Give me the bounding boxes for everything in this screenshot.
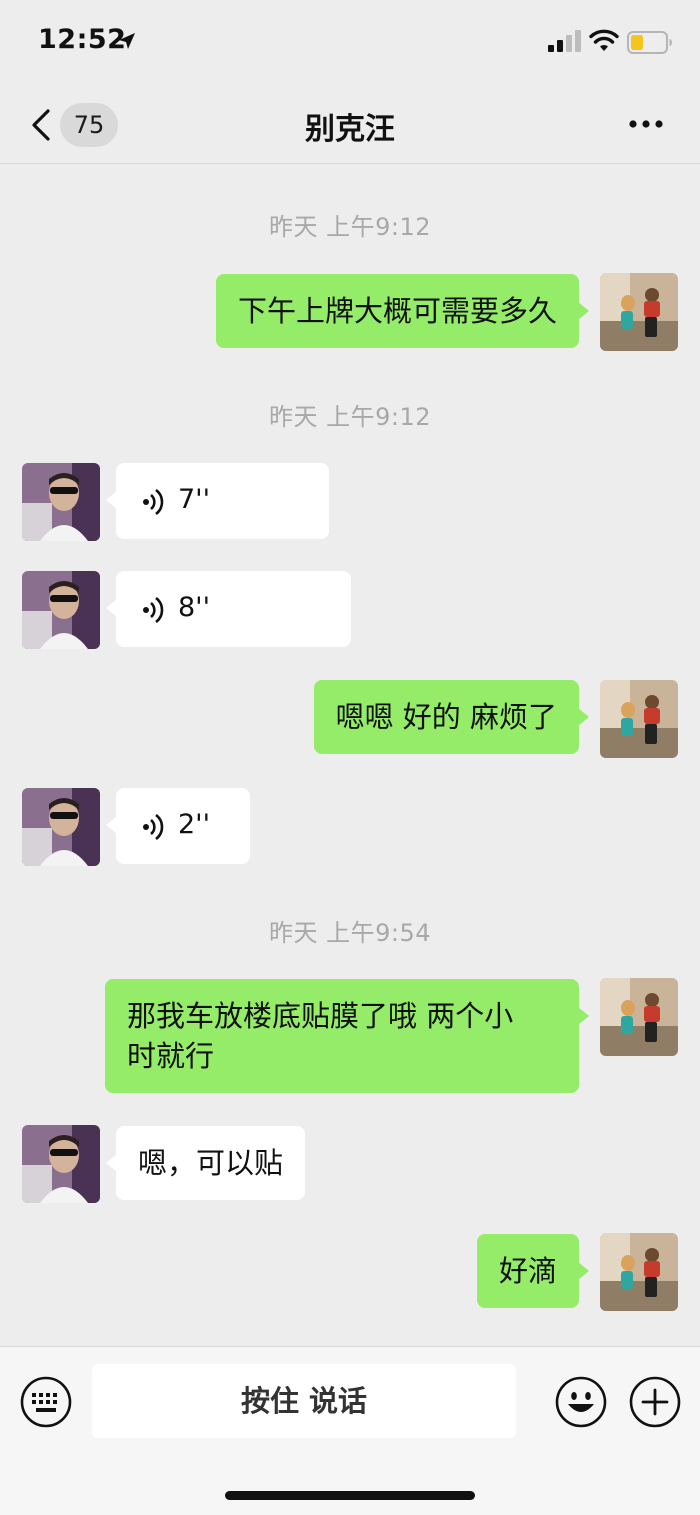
message-text-line: 时就行 <box>127 1039 215 1073</box>
incoming-voice-bubble[interactable]: 8'' <box>106 571 351 647</box>
incoming-text-bubble[interactable]: 嗯，可以贴 <box>105 1126 306 1200</box>
message-timestamp: 昨天 上午9:54 <box>268 919 432 947</box>
voice-duration: 8'' <box>178 592 211 623</box>
message-text: 好滴 <box>498 1254 557 1288</box>
battery-icon <box>627 31 672 54</box>
message-text: 下午上牌大概可需要多久 <box>237 294 557 328</box>
contact-avatar[interactable] <box>22 788 100 866</box>
outgoing-text-bubble[interactable]: 嗯嗯 好的 麻烦了 <box>313 680 590 754</box>
back-chevron-icon[interactable] <box>30 109 52 141</box>
keyboard-icon[interactable] <box>20 1376 72 1428</box>
outgoing-text-bubble[interactable]: 好滴 <box>476 1234 590 1308</box>
unread-count-badge[interactable]: 75 <box>60 103 118 147</box>
location-arrow-icon <box>119 33 135 49</box>
voice-duration: 7'' <box>178 484 211 515</box>
incoming-voice-bubble[interactable]: 7'' <box>106 463 329 539</box>
chat-list[interactable]: 昨天 上午9:12 下午上牌大概可需要多久 昨天 上午9:12 7'' 8'' … <box>0 165 700 1345</box>
incoming-voice-bubble[interactable]: 2'' <box>106 788 250 864</box>
emoji-icon[interactable] <box>555 1376 607 1428</box>
voice-wave-icon <box>143 488 164 516</box>
outgoing-text-bubble[interactable]: 下午上牌大概可需要多久 <box>215 274 590 348</box>
wifi-icon <box>589 29 619 51</box>
message-text: 嗯嗯 好的 麻烦了 <box>335 700 557 734</box>
message-timestamp: 昨天 上午9:12 <box>268 213 432 241</box>
signal-icon <box>548 30 581 52</box>
message-timestamp: 昨天 上午9:12 <box>268 403 432 431</box>
voice-wave-icon <box>143 813 164 841</box>
home-indicator <box>225 1491 475 1500</box>
outgoing-text-bubble[interactable]: 那我车放楼底贴膜了哦 两个小 时就行 <box>105 979 589 1093</box>
my-avatar[interactable] <box>600 1233 678 1311</box>
input-bar: 按住 说话 <box>0 1346 700 1515</box>
voice-wave-icon <box>143 596 164 624</box>
my-avatar[interactable] <box>600 978 678 1056</box>
message-text-line: 那我车放楼底贴膜了哦 两个小 <box>127 999 514 1033</box>
chat-title: 别克汪 <box>305 112 395 147</box>
my-avatar[interactable] <box>600 680 678 758</box>
plus-icon[interactable] <box>629 1376 681 1428</box>
status-time: 12:52 <box>38 24 127 55</box>
my-avatar[interactable] <box>600 273 678 351</box>
hold-to-talk-button[interactable]: 按住 说话 <box>92 1364 516 1438</box>
contact-avatar[interactable] <box>22 1125 100 1203</box>
contact-avatar[interactable] <box>22 463 100 541</box>
nav-bar: 75 别克汪 <box>0 86 700 164</box>
contact-avatar[interactable] <box>22 571 100 649</box>
status-bar: 12:52 <box>0 0 700 86</box>
voice-duration: 2'' <box>178 809 211 840</box>
message-text: 嗯，可以贴 <box>138 1146 284 1180</box>
more-dots-icon[interactable] <box>628 119 664 129</box>
